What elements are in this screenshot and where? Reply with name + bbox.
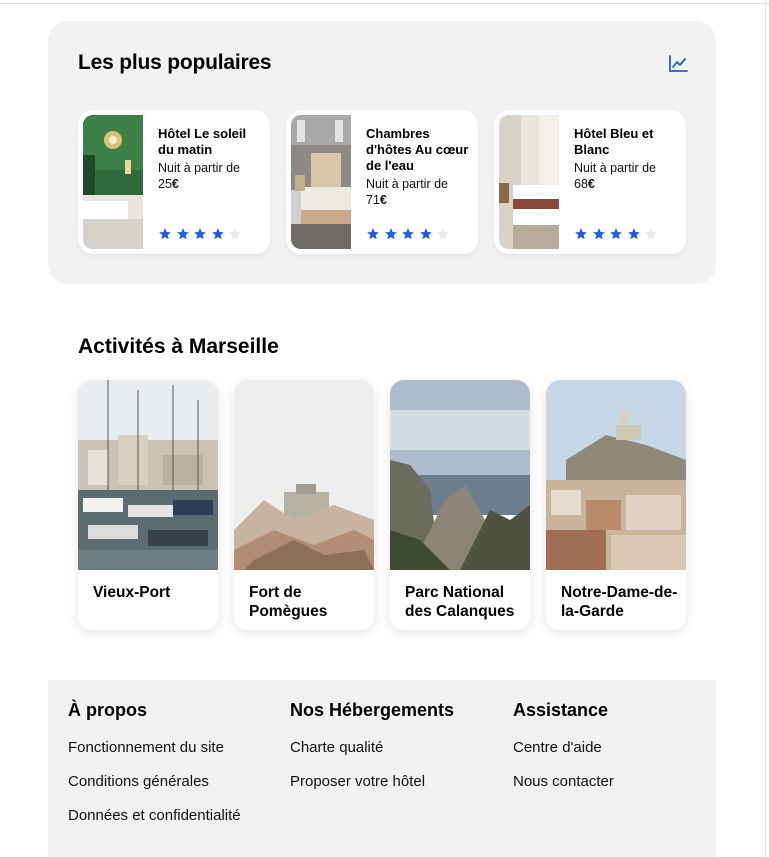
star-filled-icon (592, 228, 605, 240)
activity-card[interactable]: Notre-Dame-de-la-Garde (546, 380, 686, 630)
footer-about-title: À propos (68, 700, 147, 720)
site-footer: À propos Fonctionnement du site Conditio… (48, 680, 716, 857)
activity-card[interactable]: Parc National des Calanques (390, 380, 530, 630)
activity-photo (78, 380, 218, 570)
hotel-photo (291, 115, 351, 249)
price-prefix: Nuit à partir de (366, 177, 448, 191)
hotel-card[interactable]: Hôtel Bleu et Blanc Nuit à partir de 68€ (494, 110, 686, 254)
price-currency: € (171, 177, 179, 191)
price-value: 71 (366, 193, 380, 207)
star-rating (158, 227, 242, 241)
star-filled-icon (419, 228, 432, 240)
footer-link-propose-hotel[interactable]: Proposer votre hôtel (290, 772, 454, 791)
footer-link-help-center[interactable]: Centre d'aide (513, 738, 614, 757)
activity-photo (390, 380, 530, 570)
activity-name: Parc National des Calanques (405, 584, 515, 620)
hotel-name: Hôtel Le soleil du matin (158, 126, 247, 157)
star-rating (366, 227, 450, 241)
popular-title: Les plus populaires (78, 51, 272, 74)
star-rating (574, 227, 658, 241)
activity-name: Vieux-Port (93, 584, 171, 601)
footer-support-title: Assistance (513, 700, 609, 720)
price-currency: € (379, 193, 387, 207)
hotel-price: Nuit à partir de 25€ (158, 160, 264, 192)
activity-name: Fort de Pomègues (249, 584, 328, 620)
activity-name: Notre-Dame-de-la-Garde (561, 584, 678, 620)
footer-link-how-it-works[interactable]: Fonctionnement du site (68, 738, 241, 757)
trend-chart-icon[interactable] (668, 55, 688, 73)
activity-card[interactable]: Vieux-Port (78, 380, 218, 630)
star-empty-icon (645, 228, 657, 240)
hotel-price: Nuit à partir de 71€ (366, 176, 472, 208)
hotel-photo (83, 115, 143, 249)
footer-about-column: À propos Fonctionnement du site Conditio… (68, 700, 241, 840)
activity-card[interactable]: Fort de Pomègues (234, 380, 374, 630)
footer-support-column: Assistance Centre d'aide Nous contacter (513, 700, 614, 806)
hotel-photo (499, 115, 559, 249)
star-filled-icon (402, 228, 414, 240)
star-filled-icon (194, 228, 206, 240)
price-prefix: Nuit à partir de (574, 161, 656, 175)
star-filled-icon (610, 228, 622, 240)
price-value: 68 (574, 177, 588, 191)
star-filled-icon (176, 228, 189, 240)
footer-accommodations-title: Nos Hébergements (290, 700, 455, 720)
scrollbar-track[interactable] (765, 0, 769, 857)
star-filled-icon (367, 228, 379, 240)
star-filled-icon (627, 228, 640, 240)
star-empty-icon (437, 228, 449, 240)
star-empty-icon (229, 228, 241, 240)
footer-link-quality-charter[interactable]: Charte qualité (290, 738, 454, 757)
footer-link-terms[interactable]: Conditions générales (68, 772, 241, 791)
star-filled-icon (211, 228, 224, 240)
star-filled-icon (575, 228, 587, 240)
star-filled-icon (159, 228, 171, 240)
footer-accommodations-column: Nos Hébergements Charte qualité Proposer… (290, 700, 454, 806)
footer-link-contact[interactable]: Nous contacter (513, 772, 614, 791)
popular-hotels-section: Les plus populaires Hôtel Le soleil du m… (48, 21, 716, 284)
star-filled-icon (384, 228, 397, 240)
price-value: 25 (158, 177, 172, 191)
top-divider (0, 0, 769, 4)
hotel-name: Chambres d'hôtes Au cœur de l'eau (366, 126, 469, 173)
activities-title: Activités à Marseille (78, 335, 279, 358)
hotel-card[interactable]: Hôtel Le soleil du matin Nuit à partir d… (78, 110, 270, 254)
hotel-card[interactable]: Chambres d'hôtes Au cœur de l'eau Nuit à… (286, 110, 478, 254)
hotel-price: Nuit à partir de 68€ (574, 160, 680, 192)
activity-photo (234, 380, 374, 570)
price-currency: € (587, 177, 595, 191)
hotel-name: Hôtel Bleu et Blanc (574, 126, 654, 157)
footer-link-privacy[interactable]: Données et confidentialité (68, 806, 241, 825)
activity-photo (546, 380, 686, 570)
price-prefix: Nuit à partir de (158, 161, 240, 175)
